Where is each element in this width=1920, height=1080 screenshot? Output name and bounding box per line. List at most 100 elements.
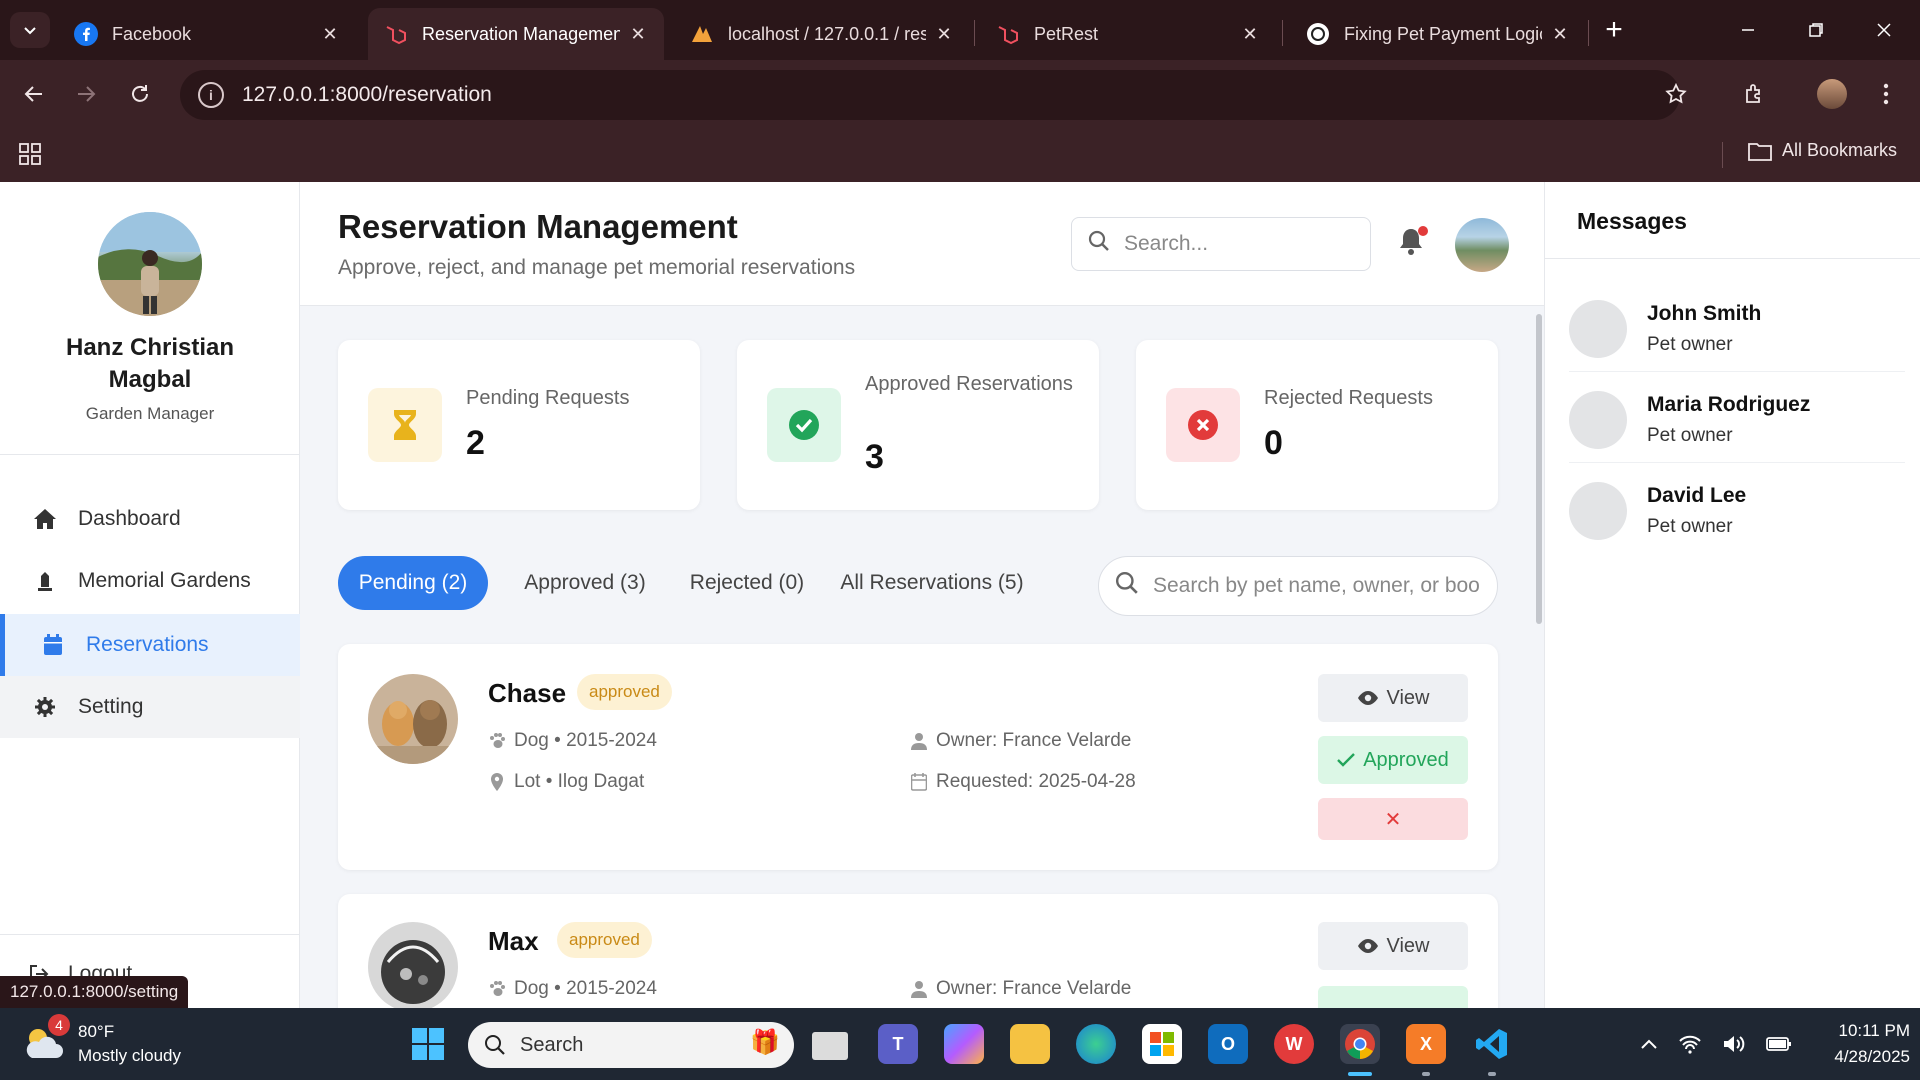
close-icon[interactable]: ✕ bbox=[320, 24, 340, 44]
reload-button[interactable] bbox=[120, 74, 160, 114]
tab-rejected[interactable]: Rejected (0) bbox=[672, 556, 822, 610]
taskbar-search[interactable]: Search 🎁 bbox=[468, 1022, 794, 1068]
tab-facebook[interactable]: Facebook ✕ bbox=[58, 8, 356, 60]
taskbar: 4 80°F Mostly cloudy Search 🎁 T O W X 10… bbox=[0, 1008, 1920, 1080]
bookmarks-bar: All Bookmarks bbox=[0, 128, 1920, 182]
page-subtitle: Approve, reject, and manage pet memorial… bbox=[338, 256, 856, 279]
arrow-right-icon bbox=[78, 86, 96, 102]
reject-button[interactable]: ✕ bbox=[1318, 798, 1468, 840]
puzzle-icon bbox=[1746, 84, 1760, 103]
star-icon bbox=[1665, 82, 1687, 104]
browser-toolbar: i 127.0.0.1:8000/reservation bbox=[0, 60, 1920, 128]
all-bookmarks-button[interactable]: All Bookmarks bbox=[1748, 140, 1897, 161]
page-header: Reservation Management Approve, reject, … bbox=[300, 182, 1544, 306]
wifi-icon[interactable] bbox=[1678, 1034, 1702, 1054]
extensions-button[interactable] bbox=[1734, 74, 1774, 114]
tab-phpmyadmin[interactable]: localhost / 127.0.0.1 / res ✕ bbox=[674, 8, 970, 60]
menu-button[interactable] bbox=[1866, 74, 1906, 114]
all-bookmarks-label: All Bookmarks bbox=[1782, 140, 1898, 160]
address-bar[interactable]: i 127.0.0.1:8000/reservation bbox=[180, 70, 1680, 120]
message-item[interactable]: David Lee Pet owner bbox=[1569, 464, 1905, 554]
avatar bbox=[1569, 482, 1627, 540]
tab-title: PetRest bbox=[1034, 23, 1099, 44]
stat-value: 3 bbox=[865, 438, 884, 476]
url-text: 127.0.0.1:8000/reservation bbox=[242, 83, 492, 106]
approved-button[interactable] bbox=[1318, 986, 1468, 1008]
sidebar-item-setting[interactable]: Setting bbox=[0, 676, 300, 738]
back-button[interactable] bbox=[14, 74, 54, 114]
teams-icon[interactable]: T bbox=[878, 1024, 918, 1064]
user-avatar[interactable] bbox=[98, 212, 202, 316]
stat-card-approved: Approved Reservations 3 bbox=[737, 340, 1099, 510]
tab-search-button[interactable] bbox=[10, 12, 50, 48]
outlook-icon[interactable]: O bbox=[1208, 1024, 1248, 1064]
scrollbar-thumb[interactable] bbox=[1536, 314, 1542, 624]
site-info-icon[interactable]: i bbox=[198, 82, 224, 108]
bookmark-star-button[interactable] bbox=[1656, 74, 1696, 114]
tab-all-reservations[interactable]: All Reservations (5) bbox=[834, 556, 1030, 610]
wps-icon[interactable]: W bbox=[1274, 1024, 1314, 1064]
scrollbar[interactable] bbox=[1534, 306, 1544, 1008]
notification-button[interactable] bbox=[1397, 226, 1429, 258]
sidebar-item-reservations[interactable]: Reservations bbox=[0, 614, 300, 676]
sidebar-item-dashboard[interactable]: Dashboard bbox=[0, 488, 300, 550]
header-search-input[interactable]: Search... bbox=[1071, 217, 1371, 271]
file-explorer-icon[interactable] bbox=[1010, 1024, 1050, 1064]
view-button[interactable]: View bbox=[1318, 674, 1468, 722]
clock[interactable]: 10:11 PM 4/28/2025 bbox=[1800, 1018, 1910, 1070]
close-icon[interactable]: ✕ bbox=[934, 24, 954, 44]
new-tab-button[interactable]: + bbox=[1584, 8, 1644, 52]
sidebar-divider bbox=[0, 454, 300, 455]
volume-icon[interactable] bbox=[1722, 1034, 1746, 1054]
message-sender-role: Pet owner bbox=[1647, 425, 1733, 446]
message-item[interactable]: John Smith Pet owner bbox=[1569, 282, 1905, 372]
view-button[interactable]: View bbox=[1318, 922, 1468, 970]
restore-button[interactable] bbox=[1786, 8, 1846, 52]
close-icon[interactable]: ✕ bbox=[628, 24, 648, 44]
copilot-icon[interactable] bbox=[944, 1024, 984, 1064]
close-icon bbox=[1877, 23, 1891, 37]
eye-icon bbox=[1357, 938, 1379, 954]
tab-petrest[interactable]: PetRest ✕ bbox=[980, 8, 1276, 60]
vscode-icon[interactable] bbox=[1472, 1024, 1512, 1064]
reservation-search-input[interactable]: Search by pet name, owner, or boo bbox=[1098, 556, 1498, 616]
forward-button[interactable] bbox=[66, 74, 106, 114]
requested-date: Requested: 2025-04-28 bbox=[910, 771, 1136, 793]
main-content: Reservation Management Approve, reject, … bbox=[300, 182, 1544, 1008]
chrome-running-indicator bbox=[1348, 1072, 1372, 1076]
weather-widget[interactable]: 4 80°F Mostly cloudy bbox=[24, 1014, 181, 1072]
avatar bbox=[1569, 300, 1627, 358]
sidebar-item-memorial-gardens[interactable]: Memorial Gardens bbox=[0, 550, 300, 612]
start-button[interactable] bbox=[408, 1024, 448, 1064]
xampp-icon[interactable]: X bbox=[1406, 1024, 1446, 1064]
profile-button[interactable] bbox=[1812, 74, 1852, 114]
chatgpt-icon bbox=[1306, 22, 1330, 46]
tab-pending[interactable]: Pending (2) bbox=[338, 556, 488, 610]
map-pin-icon bbox=[488, 773, 506, 791]
header-avatar[interactable] bbox=[1455, 218, 1509, 272]
bookmarks-separator bbox=[1722, 142, 1723, 168]
tab-approved[interactable]: Approved (3) bbox=[510, 556, 660, 610]
task-view-icon[interactable] bbox=[812, 1032, 848, 1060]
stat-value: 0 bbox=[1264, 424, 1283, 462]
chrome-icon[interactable] bbox=[1340, 1024, 1380, 1064]
close-icon[interactable]: ✕ bbox=[1550, 24, 1570, 44]
tab-reservation-management[interactable]: Reservation Managemen ✕ bbox=[368, 8, 664, 60]
close-window-button[interactable] bbox=[1854, 8, 1914, 52]
stat-label: Approved Reservations bbox=[865, 373, 1073, 395]
minimize-button[interactable] bbox=[1718, 8, 1778, 52]
status-badge: approved bbox=[557, 922, 652, 958]
pet-species-years: Dog • 2015-2024 bbox=[488, 730, 657, 752]
chevron-up-icon[interactable] bbox=[1640, 1038, 1658, 1050]
message-item[interactable]: Maria Rodriguez Pet owner bbox=[1569, 373, 1905, 463]
battery-icon[interactable] bbox=[1766, 1035, 1792, 1053]
close-icon[interactable]: ✕ bbox=[1240, 24, 1260, 44]
store-icon[interactable] bbox=[1142, 1024, 1182, 1064]
stat-label: Pending Requests bbox=[466, 387, 630, 409]
pet-location: Lot • Ilog Dagat bbox=[488, 771, 644, 793]
tab-chatgpt[interactable]: Fixing Pet Payment Logic ✕ bbox=[1290, 8, 1586, 60]
apps-grid-icon[interactable] bbox=[18, 142, 42, 171]
tab-strip: Facebook ✕ Reservation Managemen ✕ local… bbox=[0, 0, 1920, 60]
edge-icon[interactable] bbox=[1076, 1024, 1116, 1064]
approved-button[interactable]: Approved bbox=[1318, 736, 1468, 784]
